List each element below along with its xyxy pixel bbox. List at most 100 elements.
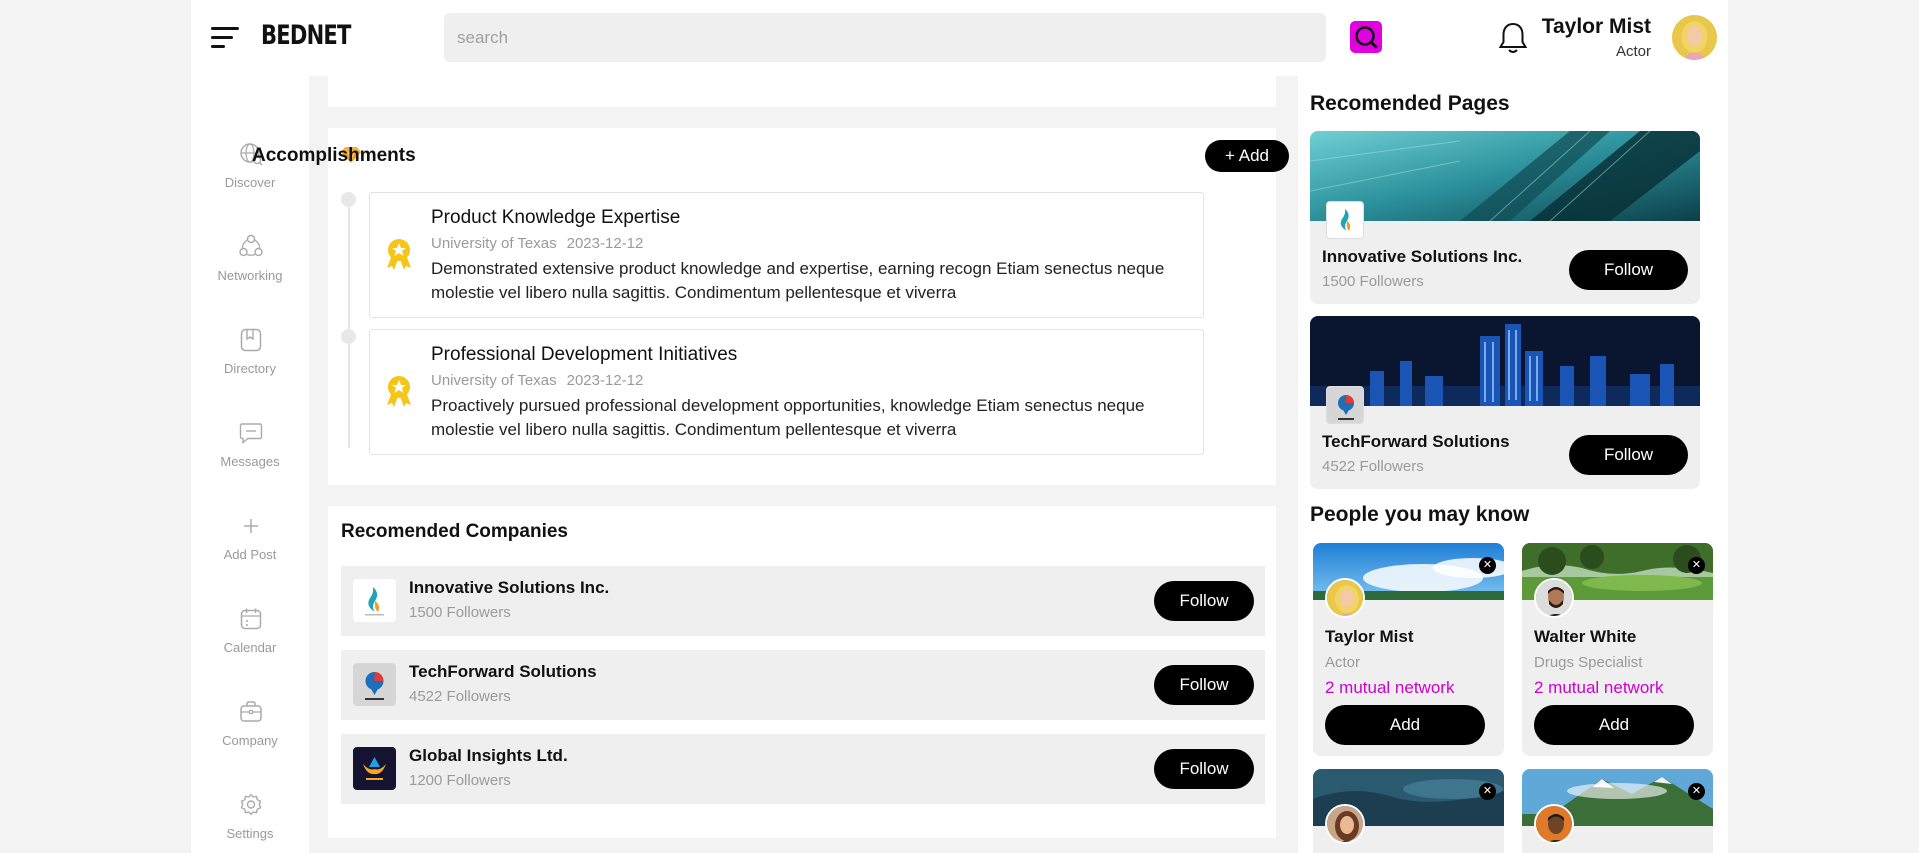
follow-button[interactable]: Follow <box>1569 435 1688 475</box>
company-name[interactable]: Global Insights Ltd. <box>409 746 568 766</box>
page-logo <box>1326 201 1364 239</box>
medal-icon <box>387 376 411 407</box>
add-connection-button[interactable]: Add <box>1534 705 1694 745</box>
dismiss-icon[interactable]: ✕ <box>1479 783 1496 800</box>
company-row[interactable]: Global Insights Ltd. 1200 Followers Foll… <box>341 734 1265 804</box>
person-avatar <box>1325 578 1365 618</box>
person-card[interactable]: ✕ Walter White Drugs Specialist 2 mutual… <box>1522 543 1713 756</box>
briefcase-icon <box>240 701 262 722</box>
accomplishment-description: Proactively pursued professional develop… <box>431 396 1145 439</box>
sidebar-item-label: Messages <box>220 454 280 469</box>
company-followers: 1200 Followers <box>409 772 511 789</box>
accomplishment-description: Demonstrated extensive product knowledge… <box>431 259 1165 302</box>
app-root: BEDNET Taylor Mist Actor <box>191 0 1728 853</box>
accomplishment-meta: University of Texas 2023-12-12 <box>431 372 653 389</box>
accomplishment-school: University of Texas <box>431 372 557 389</box>
accomplishment-meta: University of Texas 2023-12-12 <box>431 235 653 252</box>
sidebar: Discover Networking Directory Messages A… <box>191 76 309 853</box>
dismiss-icon[interactable]: ✕ <box>1479 557 1496 574</box>
recommended-pages-title: Recomended Pages <box>1310 92 1510 115</box>
page-card[interactable]: TechForward Solutions 4522 Followers Fol… <box>1310 316 1700 489</box>
follow-button[interactable]: Follow <box>1154 749 1254 789</box>
sidebar-item-label: Calendar <box>223 640 277 655</box>
dismiss-icon[interactable]: ✕ <box>1688 783 1705 800</box>
sidebar-item-directory[interactable]: Directory <box>191 327 309 397</box>
sidebar-item-label: Directory <box>223 361 276 376</box>
page-banner-image <box>1310 316 1700 406</box>
accomplishments-title: Accomplishments <box>252 145 416 166</box>
sidebar-item-label: Settings <box>226 826 274 841</box>
app-logo[interactable]: BEDNET <box>261 20 351 51</box>
person-avatar <box>1534 578 1574 618</box>
medal-icon <box>387 239 411 270</box>
add-connection-button[interactable]: Add <box>1325 705 1485 745</box>
page-logo <box>1326 386 1364 424</box>
mutual-network-link[interactable]: 2 mutual network <box>1534 678 1663 698</box>
people-you-may-know-title: People you may know <box>1310 503 1530 526</box>
company-logo <box>353 663 396 706</box>
company-logo <box>353 747 396 790</box>
sidebar-item-networking[interactable]: Networking <box>191 234 309 304</box>
page-name[interactable]: Innovative Solutions Inc. <box>1322 247 1522 267</box>
plus-icon <box>244 519 258 533</box>
sidebar-item-label: Add Post <box>223 547 277 562</box>
sidebar-item-settings[interactable]: Settings <box>191 792 309 853</box>
person-avatar <box>1534 804 1574 844</box>
directory-icon <box>240 328 262 352</box>
company-row[interactable]: Innovative Solutions Inc. 1500 Followers… <box>341 566 1265 636</box>
company-logo <box>353 579 396 622</box>
person-name[interactable]: Walter White <box>1534 627 1636 647</box>
page-followers: 1500 Followers <box>1322 273 1424 290</box>
company-name[interactable]: TechForward Solutions <box>409 662 597 682</box>
company-followers: 4522 Followers <box>409 688 511 705</box>
sidebar-item-label: Networking <box>217 268 283 283</box>
accomplishment-item[interactable]: Product Knowledge Expertise University o… <box>369 192 1204 318</box>
accomplishment-item[interactable]: Professional Development Initiatives Uni… <box>369 329 1204 455</box>
sidebar-item-calendar[interactable]: Calendar <box>191 606 309 676</box>
accomplishment-school: University of Texas <box>431 235 557 252</box>
profile-card-partial <box>328 76 1276 107</box>
add-accomplishment-button[interactable]: + Add <box>1205 140 1289 172</box>
company-row[interactable]: TechForward Solutions 4522 Followers Fol… <box>341 650 1265 720</box>
calendar-icon <box>240 608 262 630</box>
follow-button[interactable]: Follow <box>1154 665 1254 705</box>
page-name[interactable]: TechForward Solutions <box>1322 432 1510 452</box>
sidebar-item-label: Discover <box>224 175 276 190</box>
accomplishment-date: 2023-12-12 <box>566 372 644 389</box>
sidebar-item-company[interactable]: Company <box>191 699 309 769</box>
dismiss-icon[interactable]: ✕ <box>1688 557 1705 574</box>
accomplishment-date: 2023-12-12 <box>566 235 644 252</box>
mutual-network-link[interactable]: 2 mutual network <box>1325 678 1454 698</box>
follow-button[interactable]: Follow <box>1569 250 1688 290</box>
company-followers: 1500 Followers <box>409 604 511 621</box>
menu-icon[interactable] <box>211 27 239 49</box>
user-role: Actor <box>1615 43 1651 60</box>
person-role: Drugs Specialist <box>1534 654 1643 671</box>
person-card[interactable]: ✕ <box>1313 769 1504 853</box>
follow-button[interactable]: Follow <box>1154 581 1254 621</box>
sidebar-item-label: Company <box>222 733 278 748</box>
network-icon <box>239 234 263 257</box>
user-name[interactable]: Taylor Mist <box>1501 15 1651 39</box>
search-icon <box>1355 26 1378 49</box>
accomplishment-title: Product Knowledge Expertise <box>431 207 681 228</box>
sidebar-item-messages[interactable]: Messages <box>191 420 309 490</box>
person-card[interactable]: ✕ <box>1522 769 1713 853</box>
person-card[interactable]: ✕ Taylor Mist Actor 2 mutual network Add <box>1313 543 1504 756</box>
timeline-dot <box>341 329 356 344</box>
search-input[interactable] <box>444 13 1326 62</box>
user-avatar[interactable] <box>1672 15 1717 60</box>
page-banner-image <box>1310 131 1700 221</box>
sidebar-item-add-post[interactable]: Add Post <box>191 513 309 583</box>
page-card[interactable]: Innovative Solutions Inc. 1500 Followers… <box>1310 131 1700 304</box>
timeline-line <box>348 196 350 448</box>
timeline-dot <box>341 192 356 207</box>
page-followers: 4522 Followers <box>1322 458 1424 475</box>
top-header: BEDNET Taylor Mist Actor <box>191 0 1728 76</box>
company-name[interactable]: Innovative Solutions Inc. <box>409 578 609 598</box>
search-button[interactable] <box>1350 21 1382 53</box>
recommended-companies-title: Recomended Companies <box>341 521 568 542</box>
person-name[interactable]: Taylor Mist <box>1325 627 1413 647</box>
message-icon <box>239 423 263 444</box>
person-role: Actor <box>1325 654 1361 671</box>
